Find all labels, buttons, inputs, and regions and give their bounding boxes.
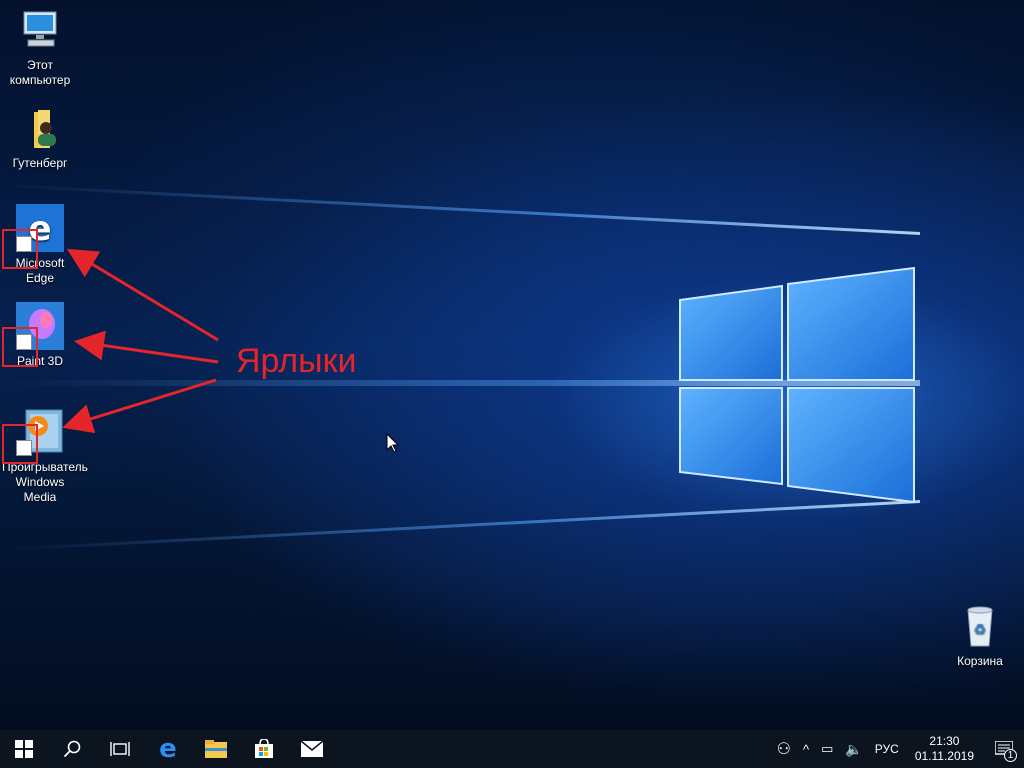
notification-count-badge: 1 [1004, 749, 1017, 762]
network-icon: ▭ [821, 741, 834, 756]
network-button[interactable]: ▭ [815, 730, 839, 768]
recycle-bin-icon: ♻ [956, 602, 1004, 650]
task-view-button[interactable] [96, 730, 144, 768]
volume-icon: 🔈 [845, 740, 863, 757]
desktop: Этот компьютер Гутенберг e Microsoft Edg… [0, 0, 1024, 730]
clock-date: 01.11.2019 [914, 749, 974, 763]
people-button[interactable]: ⚇ [771, 730, 797, 768]
store-icon [255, 739, 273, 758]
desktop-icon-label: Корзина [957, 654, 1003, 668]
taskbar: e ⚇ ^ ▭ 🔈 РУС 21:30 01.11.2019 1 [0, 730, 1024, 768]
annotation-arrows [62, 248, 219, 434]
annotation-label: Ярлыки [236, 342, 357, 380]
edge-icon: e [159, 734, 177, 764]
chevron-up-icon: ^ [802, 741, 810, 757]
svg-text:♻: ♻ [974, 622, 987, 638]
mail-icon [301, 741, 323, 757]
start-button[interactable] [0, 730, 48, 768]
start-icon [15, 740, 33, 758]
task-view-icon [110, 742, 130, 756]
language-button[interactable]: РУС [869, 730, 905, 768]
taskbar-edge-button[interactable]: e [144, 730, 192, 768]
volume-button[interactable]: 🔈 [839, 730, 868, 768]
clock[interactable]: 21:30 01.11.2019 [905, 734, 984, 764]
search-icon [63, 740, 81, 758]
taskbar-mail-button[interactable] [288, 730, 336, 768]
desktop-icon-recycle-bin[interactable]: ♻ Корзина [942, 602, 1018, 669]
show-hidden-icons-button[interactable]: ^ [797, 730, 815, 768]
search-button[interactable] [48, 730, 96, 768]
action-center-button[interactable]: 1 [984, 730, 1024, 768]
taskbar-file-explorer-button[interactable] [192, 730, 240, 768]
clock-time: 21:30 [929, 734, 960, 748]
mouse-cursor-icon [386, 433, 400, 453]
file-explorer-icon [205, 740, 227, 758]
taskbar-store-button[interactable] [240, 730, 288, 768]
system-tray: ⚇ ^ ▭ 🔈 РУС 21:30 01.11.2019 1 [771, 730, 1024, 768]
people-icon: ⚇ [776, 741, 791, 758]
